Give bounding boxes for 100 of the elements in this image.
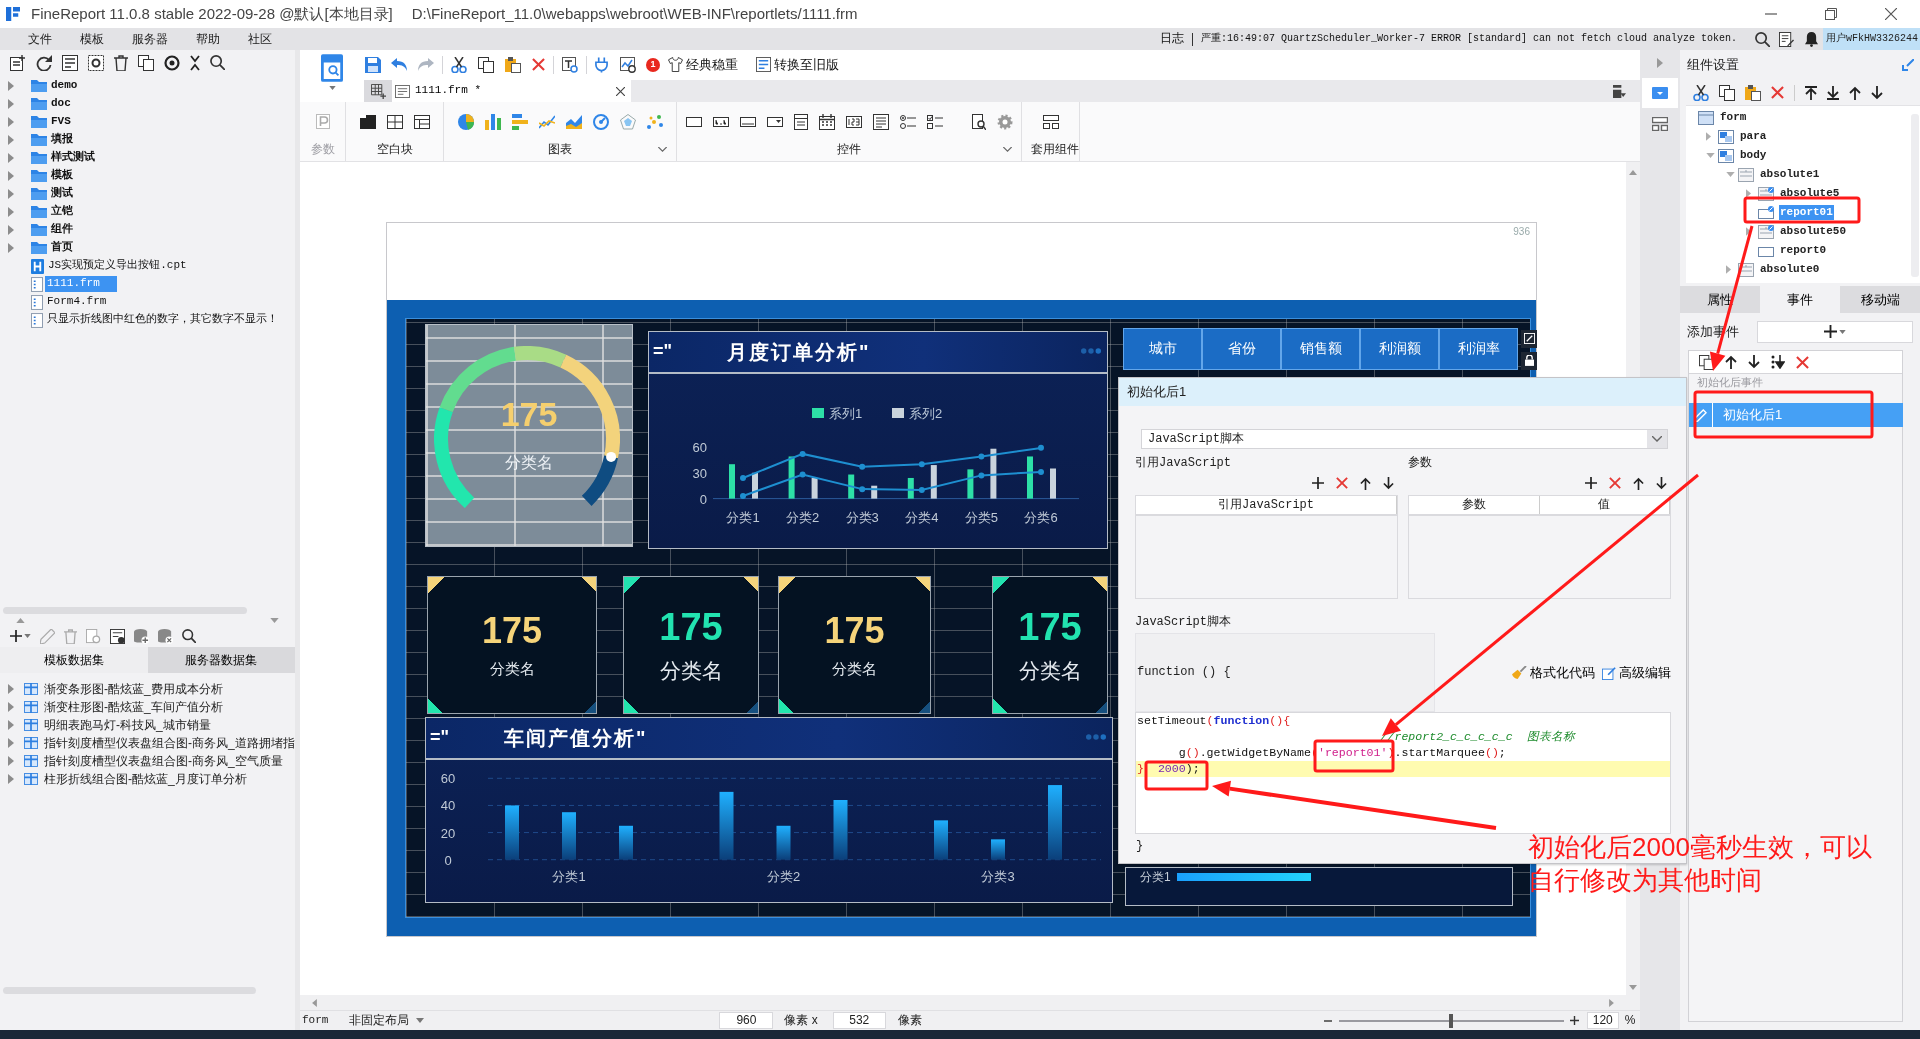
dataset-item[interactable]: 渐变柱形图-酷炫蓝_车间产值分析 <box>44 699 223 715</box>
chevron-down-icon[interactable] <box>1003 146 1012 152</box>
move-bottom-icon[interactable] <box>1827 85 1839 100</box>
cut-icon[interactable] <box>1693 84 1709 101</box>
arrow-up-icon[interactable] <box>1633 476 1644 490</box>
dataset-item[interactable]: 渐变条形图-酷炫蓝_费用成本分析 <box>44 681 223 697</box>
scroll-up-icon[interactable] <box>1629 170 1637 175</box>
database-remove-icon[interactable] <box>158 628 173 644</box>
caret-right-icon[interactable] <box>1657 58 1663 68</box>
script-type-dropdown[interactable]: JavaScript脚本 <box>1141 429 1668 449</box>
edit-button[interactable] <box>1521 329 1537 348</box>
dataset-item[interactable]: 指针刻度槽型仪表盘组合图-商务风_空气质量 <box>44 753 283 769</box>
database-add-icon[interactable] <box>134 628 149 644</box>
tree-item[interactable]: 立铠 <box>49 204 75 220</box>
search-document-icon[interactable] <box>971 113 986 130</box>
add-sheet-button[interactable] <box>364 80 392 102</box>
tree-item[interactable]: para <box>1739 128 1768 145</box>
tree-item[interactable]: absolute0 <box>1759 261 1821 278</box>
search-icon[interactable] <box>210 55 225 70</box>
width-field[interactable]: 960 <box>719 1012 774 1029</box>
caret-down-icon[interactable] <box>24 634 31 638</box>
notification-badge[interactable]: 1 <box>646 57 660 72</box>
paste-icon[interactable] <box>1745 84 1761 101</box>
caret-right-icon[interactable] <box>8 720 14 730</box>
dataset-item[interactable]: 指针刻度槽型仪表盘组合图-商务风_道路拥堵指 <box>44 735 295 751</box>
bell-icon[interactable] <box>1805 31 1818 47</box>
copy-icon[interactable] <box>478 56 494 73</box>
tree-item[interactable]: 测试 <box>49 186 75 202</box>
caret-right-icon[interactable] <box>1746 227 1751 236</box>
tree-item[interactable]: 填报 <box>49 132 75 148</box>
radio-list-icon[interactable] <box>899 114 916 129</box>
caret-right-icon[interactable] <box>8 117 14 127</box>
caret-up-icon[interactable] <box>16 617 25 623</box>
diagonal-arrow-icon[interactable] <box>1902 59 1914 71</box>
toolbar-button[interactable]: 转换至旧版 <box>756 56 839 73</box>
add-icon[interactable] <box>1312 477 1324 489</box>
tree-item[interactable]: absolute50 <box>1779 223 1847 240</box>
plus-icon[interactable] <box>10 630 22 642</box>
cut-icon[interactable] <box>451 56 467 73</box>
zoom-field[interactable]: 120 <box>1586 1012 1619 1029</box>
tab[interactable]: 移动端 <box>1840 286 1920 313</box>
zoom-in-icon[interactable] <box>1569 1016 1579 1025</box>
paste-icon[interactable] <box>505 56 521 73</box>
tree-item[interactable]: FVS <box>49 114 73 130</box>
format-code-button[interactable]: 格式化代码 <box>1512 664 1595 681</box>
move-bottom-icon[interactable] <box>1771 355 1785 369</box>
tree-item[interactable]: absolute5 <box>1779 185 1841 202</box>
undo-icon[interactable] <box>391 58 407 71</box>
dashed-square-icon[interactable] <box>88 54 104 71</box>
delete-icon[interactable] <box>1336 477 1348 489</box>
dots-icon[interactable] <box>1086 733 1106 740</box>
dataset-item[interactable]: 柱形折线组合图-酷炫蓝_月度订单分析 <box>44 771 247 787</box>
arrow-up-icon[interactable] <box>1360 476 1371 490</box>
plug-icon[interactable] <box>595 56 608 73</box>
grid-block-icon[interactable] <box>413 114 430 129</box>
caret-right-icon[interactable] <box>8 702 14 712</box>
toolbar-button[interactable]: 经典稳重 <box>668 56 738 73</box>
arrow-down-icon[interactable] <box>1748 355 1760 369</box>
caret-right-icon[interactable] <box>8 81 14 91</box>
delete-icon[interactable] <box>1796 355 1809 369</box>
tree-item[interactable]: absolute1 <box>1759 166 1821 183</box>
tree-item[interactable]: 组件 <box>49 222 75 238</box>
menu-item[interactable]: 服务器 <box>118 31 182 47</box>
search-icon[interactable] <box>1755 31 1770 47</box>
gear-icon[interactable] <box>996 113 1013 130</box>
text-area-icon[interactable] <box>872 113 889 130</box>
caret-right-icon[interactable] <box>8 738 14 748</box>
new-file-icon[interactable] <box>10 54 26 71</box>
bar-chart-icon[interactable] <box>484 113 501 130</box>
menu-item[interactable]: 社区 <box>234 31 286 47</box>
layout-icon[interactable] <box>1042 114 1059 129</box>
list-document-icon[interactable] <box>62 54 78 71</box>
panel-toggle-button[interactable] <box>1642 78 1678 108</box>
trash-icon[interactable] <box>114 54 128 71</box>
gauge-icon[interactable] <box>592 113 609 130</box>
add-icon[interactable] <box>1585 477 1597 489</box>
menu-item[interactable]: 文件 <box>14 31 66 47</box>
label-widget-icon[interactable] <box>712 116 729 127</box>
tab[interactable]: 模板数据集 <box>0 647 148 673</box>
horizontal-bar-chart-icon[interactable] <box>511 113 528 130</box>
tree-item[interactable]: report0 <box>1779 242 1828 259</box>
close-icon[interactable] <box>616 86 625 96</box>
tree-item[interactable]: demo <box>49 78 80 94</box>
arrow-down-icon[interactable] <box>1871 85 1883 100</box>
edit-document-icon[interactable] <box>1779 31 1794 47</box>
layout-icon[interactable] <box>1652 117 1668 131</box>
tree-item[interactable]: form <box>1719 109 1748 126</box>
delete-icon[interactable] <box>1771 86 1784 99</box>
caret-down-icon[interactable] <box>270 617 279 623</box>
caret-right-icon[interactable] <box>8 684 14 694</box>
caret-right-icon[interactable] <box>8 99 14 109</box>
user-account[interactable]: 用户wFkHW3326244 <box>1823 28 1920 50</box>
dark-block-icon[interactable] <box>359 114 376 129</box>
menu-icon[interactable] <box>1613 84 1626 98</box>
preview-icon[interactable] <box>562 56 578 73</box>
arrow-down-icon[interactable] <box>1656 476 1667 490</box>
date-widget-icon[interactable] <box>793 113 808 130</box>
tree-item[interactable]: Form4.frm <box>45 294 109 310</box>
advanced-edit-button[interactable]: 高级编辑 <box>1602 664 1671 681</box>
dots-icon[interactable] <box>1081 347 1101 354</box>
